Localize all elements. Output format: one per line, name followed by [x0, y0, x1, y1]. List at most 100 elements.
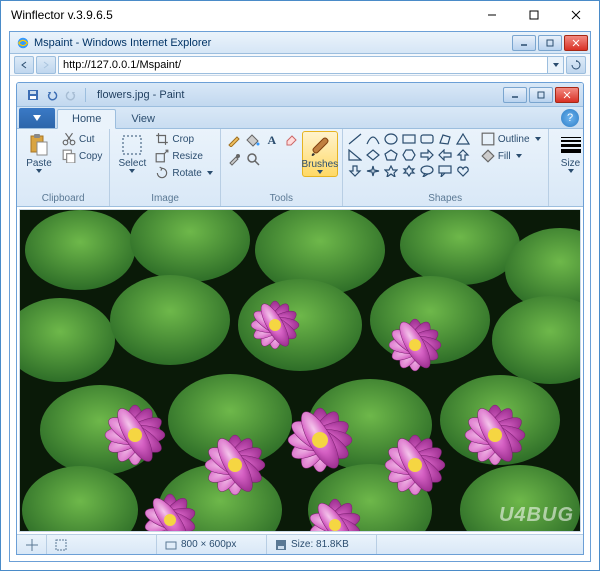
ie-close-button[interactable] [564, 35, 588, 51]
rotate-button[interactable]: Rotate [152, 165, 215, 181]
shape-heart[interactable] [455, 163, 472, 178]
help-button[interactable]: ? [561, 109, 579, 127]
status-dimensions: 800 × 600px [157, 535, 267, 554]
ie-title: Mspaint - Windows Internet Explorer [34, 37, 512, 49]
ribbon-tabs: Home View ? [17, 107, 583, 129]
ribbon: Paste Cut Copy Clipboard [17, 129, 583, 207]
group-tools: A Brushes Tools [221, 129, 343, 206]
winflector-titlebar[interactable]: Winflector v.3.9.6.5 [1, 1, 599, 29]
size-button[interactable]: Size [553, 131, 584, 175]
crop-icon [155, 132, 169, 146]
refresh-button[interactable] [566, 56, 586, 74]
winflector-window: Winflector v.3.9.6.5 Mspaint - Windows I… [0, 0, 600, 571]
paint-canvas[interactable]: U4BUG [19, 209, 581, 532]
shape-arrow-right[interactable] [419, 147, 436, 162]
address-input[interactable]: http://127.0.0.1/Mspaint/ [58, 56, 548, 74]
address-url: http://127.0.0.1/Mspaint/ [63, 59, 181, 71]
file-menu-button[interactable] [19, 108, 55, 128]
cut-button[interactable]: Cut [59, 131, 105, 147]
brush-icon [308, 134, 332, 158]
shape-arrow-down[interactable] [347, 163, 364, 178]
copy-button[interactable]: Copy [59, 148, 105, 164]
close-button[interactable] [555, 1, 597, 29]
paint-statusbar: 800 × 600px Size: 81.8KB [17, 534, 583, 554]
shape-curve[interactable] [365, 131, 382, 146]
shape-6star[interactable] [401, 163, 418, 178]
maximize-button[interactable] [513, 1, 555, 29]
color-picker-tool[interactable] [225, 150, 243, 168]
chevron-down-icon [36, 169, 42, 173]
select-icon [120, 133, 144, 157]
shape-4star[interactable] [365, 163, 382, 178]
resize-icon [155, 149, 169, 163]
group-image: Select Crop Resize Rotate Image [110, 129, 220, 206]
rotate-icon [155, 166, 169, 180]
dimensions-icon [165, 539, 177, 551]
minimize-button[interactable] [471, 1, 513, 29]
winflector-title: Winflector v.3.9.6.5 [11, 8, 471, 22]
shape-line[interactable] [347, 131, 364, 146]
paint-maximize-button[interactable] [529, 87, 553, 103]
copy-icon [62, 149, 76, 163]
ie-addressbar: http://127.0.0.1/Mspaint/ [10, 54, 590, 76]
size-icon [559, 133, 583, 157]
back-button[interactable] [14, 56, 34, 74]
paste-button[interactable]: Paste [21, 131, 57, 175]
shape-right-triangle[interactable] [347, 147, 364, 162]
canvas-image [20, 210, 580, 532]
shape-arrow-up[interactable] [455, 147, 472, 162]
shape-diamond[interactable] [365, 147, 382, 162]
status-filesize: Size: 81.8KB [267, 535, 377, 554]
outline-button[interactable]: Outline [478, 131, 544, 147]
shape-polygon[interactable] [437, 131, 454, 146]
shape-hexagon[interactable] [401, 147, 418, 162]
select-button[interactable]: Select [114, 131, 150, 175]
address-dropdown[interactable] [548, 56, 564, 74]
paint-window: flowers.jpg - Paint Home View ? [16, 82, 584, 555]
shapes-gallery[interactable] [347, 131, 472, 178]
shape-roundrect[interactable] [419, 131, 436, 146]
crop-button[interactable]: Crop [152, 131, 215, 147]
redo-icon[interactable] [63, 87, 79, 103]
resize-button[interactable]: Resize [152, 148, 215, 164]
tab-view[interactable]: View [116, 109, 170, 128]
fill-icon [481, 149, 495, 163]
chevron-down-icon [129, 169, 135, 173]
paint-minimize-button[interactable] [503, 87, 527, 103]
shape-callout-round[interactable] [419, 163, 436, 178]
shape-arrow-left[interactable] [437, 147, 454, 162]
paint-title: flowers.jpg - Paint [93, 89, 503, 101]
magnifier-tool[interactable] [244, 150, 262, 168]
brushes-button[interactable]: Brushes [302, 131, 338, 177]
undo-icon[interactable] [44, 87, 60, 103]
group-clipboard: Paste Cut Copy Clipboard [17, 129, 110, 206]
text-tool[interactable]: A [263, 131, 281, 149]
eraser-tool[interactable] [282, 131, 300, 149]
group-label: Clipboard [21, 193, 105, 206]
fill-button[interactable]: Fill [478, 148, 544, 164]
shape-triangle[interactable] [455, 131, 472, 146]
ie-titlebar[interactable]: Mspaint - Windows Internet Explorer [10, 32, 590, 54]
ie-maximize-button[interactable] [538, 35, 562, 51]
group-label: Tools [225, 193, 338, 206]
shape-5star[interactable] [383, 163, 400, 178]
cursor-pos-icon [26, 539, 38, 551]
group-size: Size [549, 129, 584, 206]
ie-content: flowers.jpg - Paint Home View ? [10, 76, 590, 561]
disk-icon [275, 539, 287, 551]
paint-close-button[interactable] [555, 87, 579, 103]
forward-button[interactable] [36, 56, 56, 74]
shape-oval[interactable] [383, 131, 400, 146]
status-selection [47, 535, 157, 554]
ie-minimize-button[interactable] [512, 35, 536, 51]
shape-rect[interactable] [401, 131, 418, 146]
shape-callout-rect[interactable] [437, 163, 454, 178]
fill-tool[interactable] [244, 131, 262, 149]
group-label: Shapes [347, 193, 544, 206]
tab-home[interactable]: Home [57, 109, 116, 129]
pencil-tool[interactable] [225, 131, 243, 149]
save-icon[interactable] [25, 87, 41, 103]
shape-pentagon[interactable] [383, 147, 400, 162]
paint-titlebar[interactable]: flowers.jpg - Paint [17, 83, 583, 107]
ie-icon [16, 36, 30, 50]
